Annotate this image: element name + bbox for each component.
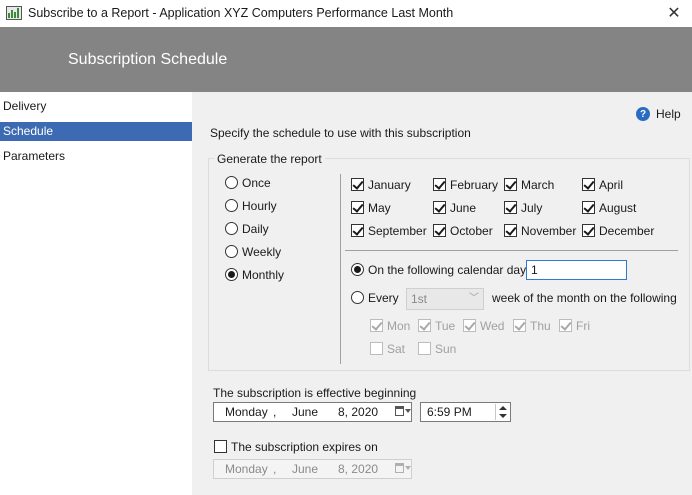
calendar-icon [395, 406, 404, 416]
month-checkbox-may[interactable] [351, 201, 364, 214]
month-label-october: October [450, 224, 493, 238]
help-icon: ? [636, 107, 650, 121]
radio-once-label: Once [242, 176, 271, 190]
group-label: Generate the report [214, 152, 325, 166]
week-of-month-select[interactable]: 1st ﹀ [406, 288, 484, 310]
effective-weekday: Monday [225, 405, 268, 419]
effective-month: June [292, 405, 319, 419]
month-checkbox-september[interactable] [351, 224, 364, 237]
effective-day-year: 8, 2020 [338, 405, 379, 419]
vertical-divider [340, 174, 341, 364]
chevron-down-icon [405, 466, 411, 470]
expires-day-year: 8, 2020 [338, 462, 379, 476]
month-label-december: December [599, 224, 655, 238]
radio-weekly-label: Weekly [242, 245, 282, 259]
weekday-checkbox-wed[interactable] [463, 319, 476, 332]
weekday-label-thu: Thu [530, 319, 551, 333]
spin-down-icon[interactable] [499, 414, 507, 418]
help-link[interactable]: ? Help [636, 107, 681, 121]
month-checkbox-december[interactable] [582, 224, 595, 237]
month-label-february: February [450, 178, 499, 192]
calendar-dropdown-button[interactable] [395, 405, 411, 419]
weekday-label-fri: Fri [576, 319, 590, 333]
month-checkbox-october[interactable] [433, 224, 446, 237]
month-checkbox-february[interactable] [433, 178, 446, 191]
month-checkbox-november[interactable] [504, 224, 517, 237]
radio-every-week[interactable] [351, 291, 364, 304]
window-title: Subscribe to a Report - Application XYZ … [28, 6, 454, 20]
weekday-label-wed: Wed [480, 319, 505, 333]
month-checkbox-august[interactable] [582, 201, 595, 214]
radio-once[interactable] [225, 176, 238, 189]
time-spinner[interactable] [495, 404, 509, 420]
radio-hourly-label: Hourly [242, 199, 277, 213]
week-of-month-value: 1st [411, 292, 428, 306]
every-label: Every [368, 291, 399, 305]
weekday-checkbox-sun[interactable] [418, 342, 431, 355]
horizontal-divider [345, 250, 678, 251]
expires-date-picker[interactable]: Monday , June 8, 2020 [213, 459, 412, 479]
effective-separator: , [273, 405, 277, 419]
effective-time-value: 6:59 PM [427, 405, 472, 419]
instruction-text: Specify the schedule to use with this su… [210, 126, 471, 140]
weekday-label-tue: Tue [435, 319, 456, 333]
radio-daily[interactable] [225, 222, 238, 235]
every-suffix-label: week of the month on the following day [492, 291, 680, 305]
expires-checkbox[interactable] [214, 440, 227, 453]
sidebar-item-schedule[interactable]: Schedule [0, 122, 192, 141]
radio-monthly[interactable] [225, 268, 238, 281]
month-checkbox-june[interactable] [433, 201, 446, 214]
month-label-september: September [368, 224, 427, 238]
radio-calendar-days[interactable] [351, 263, 364, 276]
month-checkbox-april[interactable] [582, 178, 595, 191]
calendar-days-input[interactable]: 1 [526, 260, 627, 280]
effective-date-picker[interactable]: Monday , June 8, 2020 [213, 402, 412, 422]
title-bar: Subscribe to a Report - Application XYZ … [0, 0, 692, 27]
help-label: Help [656, 107, 681, 121]
expires-weekday: Monday [225, 462, 268, 476]
report-app-icon [6, 6, 22, 20]
radio-hourly[interactable] [225, 199, 238, 212]
month-checkbox-january[interactable] [351, 178, 364, 191]
calendar-days-label: On the following calendar days [368, 263, 533, 277]
schedule-panel: ? Help Specify the schedule to use with … [192, 92, 692, 495]
weekday-checkbox-mon[interactable] [370, 319, 383, 332]
radio-daily-label: Daily [242, 222, 269, 236]
month-label-may: May [368, 201, 391, 215]
month-checkbox-july[interactable] [504, 201, 517, 214]
month-label-june: June [450, 201, 477, 215]
close-icon[interactable]: ✕ [662, 2, 686, 24]
page-title: Subscription Schedule [68, 51, 228, 68]
month-checkbox-march[interactable] [504, 178, 517, 191]
month-label-july: July [521, 201, 543, 215]
weekday-label-mon: Mon [387, 319, 411, 333]
radio-monthly-label: Monthly [242, 268, 285, 282]
expires-separator: , [273, 462, 277, 476]
sidebar-item-delivery[interactable]: Delivery [0, 97, 192, 116]
month-label-march: March [521, 178, 555, 192]
effective-time-picker[interactable]: 6:59 PM [420, 402, 511, 422]
sidebar-item-parameters[interactable]: Parameters [0, 147, 192, 166]
month-label-august: August [599, 201, 637, 215]
sidebar: Delivery Schedule Parameters [0, 92, 192, 495]
spin-up-icon[interactable] [499, 406, 507, 410]
weekday-checkbox-fri[interactable] [559, 319, 572, 332]
radio-weekly[interactable] [225, 245, 238, 258]
weekday-label-sun: Sun [435, 342, 457, 356]
month-label-january: January [368, 178, 411, 192]
month-label-april: April [599, 178, 624, 192]
header-banner: Subscription Schedule [0, 27, 692, 92]
expires-label: The subscription expires on [231, 440, 378, 454]
effective-label: The subscription is effective beginning [213, 386, 417, 400]
weekday-label-sat: Sat [387, 342, 406, 356]
calendar-dropdown-button[interactable] [395, 462, 411, 476]
expires-month: June [292, 462, 319, 476]
calendar-icon [395, 463, 404, 473]
weekday-checkbox-sat[interactable] [370, 342, 383, 355]
chevron-down-icon [405, 409, 411, 413]
month-label-november: November [521, 224, 577, 238]
weekday-checkbox-tue[interactable] [418, 319, 431, 332]
weekday-checkbox-thu[interactable] [513, 319, 526, 332]
chevron-down-icon: ﹀ [469, 293, 479, 304]
